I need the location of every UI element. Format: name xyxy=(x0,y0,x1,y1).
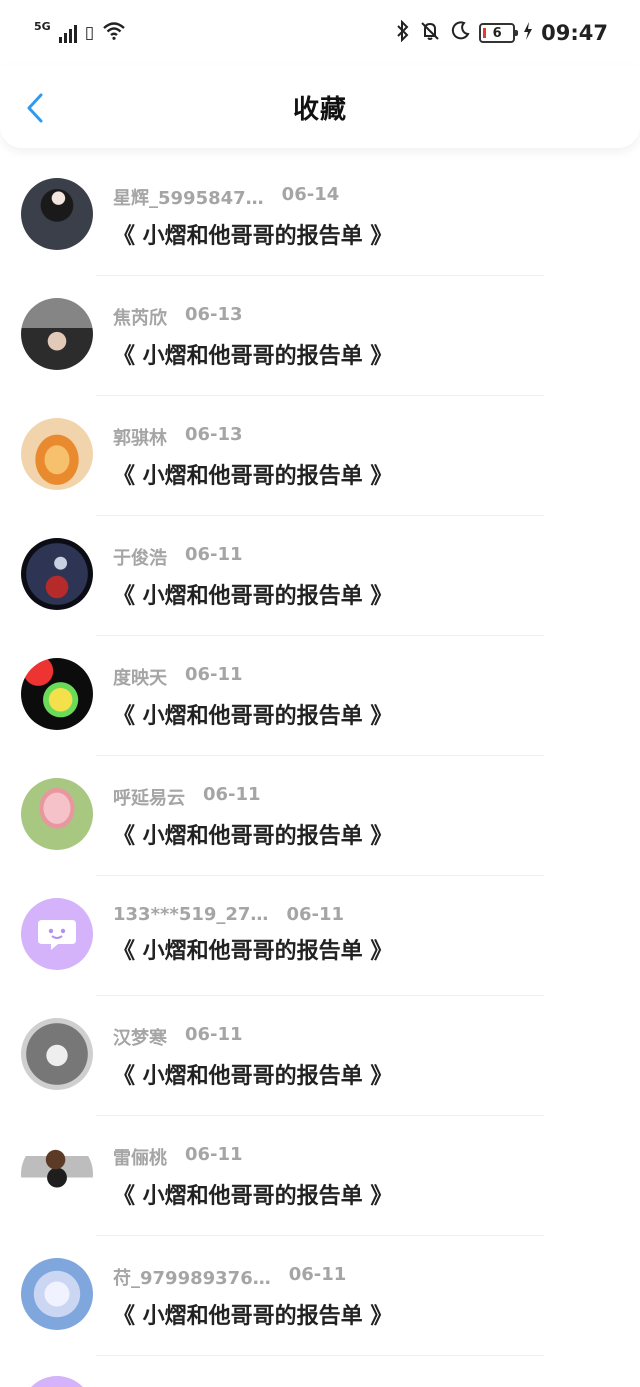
username[interactable]: 郭骐林 xyxy=(113,424,167,450)
date: 06-11 xyxy=(185,544,243,565)
username[interactable]: 133***519_27… xyxy=(113,904,268,925)
avatar[interactable] xyxy=(21,178,93,250)
item-meta: 呼延易云 06-11 xyxy=(113,784,620,810)
item-meta: 度映天 06-11 xyxy=(113,664,620,690)
list-item[interactable]: 星辉_5995847… 06-14 《 小熠和他哥哥的报告单 》 xyxy=(0,156,640,276)
item-meta: 郭骐林 06-13 xyxy=(113,424,620,450)
date: 06-11 xyxy=(288,1264,347,1285)
item-meta: 星辉_5995847… 06-14 xyxy=(113,184,620,210)
list-item[interactable]: 苻_979989376… 06-11 《 小熠和他哥哥的报告单 》 xyxy=(0,1236,640,1356)
username[interactable]: 焦芮欣 xyxy=(113,304,167,330)
list-item[interactable]: 于俊浩 06-11 《 小熠和他哥哥的报告单 》 xyxy=(0,516,640,636)
status-left: 5G ▯ xyxy=(34,19,126,46)
item-meta: 汉梦寒 06-11 xyxy=(113,1024,620,1050)
status-right: 6 09:47 xyxy=(395,19,608,46)
item-meta: 雷俪桃 06-11 xyxy=(113,1144,620,1170)
item-meta: 133***519_27… 06-11 xyxy=(113,904,620,925)
wifi-icon xyxy=(102,21,126,46)
item-title[interactable]: 《 小熠和他哥哥的报告单 》 xyxy=(113,1058,620,1090)
avatar[interactable] xyxy=(21,298,93,370)
date: 06-11 xyxy=(185,1144,243,1165)
username[interactable]: 度映天 xyxy=(113,664,167,690)
date: 06-11 xyxy=(185,1024,243,1045)
avatar[interactable] xyxy=(21,1376,93,1387)
username[interactable]: 星辉_5995847… xyxy=(113,184,264,210)
battery-level: 6 xyxy=(492,25,502,41)
sim-icon: ▯ xyxy=(84,23,95,43)
item-meta: 焦芮欣 06-13 xyxy=(113,304,620,330)
clock: 09:47 xyxy=(541,21,608,45)
username[interactable]: 汉梦寒 xyxy=(113,1024,167,1050)
item-meta: 苻_979989376… 06-11 xyxy=(113,1264,620,1290)
item-title[interactable]: 《 小熠和他哥哥的报告单 》 xyxy=(113,698,620,730)
list-item[interactable]: 呼延易云 06-11 《 小熠和他哥哥的报告单 》 xyxy=(0,756,640,876)
network-type: 5G xyxy=(34,19,51,33)
chat-bubble-icon xyxy=(38,920,76,950)
mute-icon xyxy=(419,20,441,46)
favorites-list: 星辉_5995847… 06-14 《 小熠和他哥哥的报告单 》 焦芮欣 06-… xyxy=(0,156,640,1356)
item-title[interactable]: 《 小熠和他哥哥的报告单 》 xyxy=(113,218,620,250)
list-item[interactable]: 郭骐林 06-13 《 小熠和他哥哥的报告单 》 xyxy=(0,396,640,516)
date: 06-14 xyxy=(281,184,340,205)
username[interactable]: 苻_979989376… xyxy=(113,1264,271,1290)
username[interactable]: 雷俪桃 xyxy=(113,1144,167,1170)
date: 06-13 xyxy=(185,304,243,325)
list-item[interactable]: 133***519_27… 06-11 《 小熠和他哥哥的报告单 》 xyxy=(0,876,640,996)
date: 06-11 xyxy=(203,784,261,805)
item-title[interactable]: 《 小熠和他哥哥的报告单 》 xyxy=(113,933,620,965)
battery-icon: 6 xyxy=(479,23,519,43)
item-title[interactable]: 《 小熠和他哥哥的报告单 》 xyxy=(113,578,620,610)
avatar[interactable] xyxy=(21,1258,93,1330)
date: 06-11 xyxy=(185,664,243,685)
item-title[interactable]: 《 小熠和他哥哥的报告单 》 xyxy=(113,338,620,370)
page-title: 收藏 xyxy=(292,94,347,125)
username[interactable]: 于俊浩 xyxy=(113,544,167,570)
chevron-left-icon xyxy=(27,93,43,123)
list-item[interactable]: 度映天 06-11 《 小熠和他哥哥的报告单 》 xyxy=(0,636,640,756)
bluetooth-icon xyxy=(395,19,411,46)
avatar[interactable] xyxy=(21,778,93,850)
avatar[interactable] xyxy=(21,658,93,730)
charging-icon xyxy=(523,21,533,45)
date: 06-11 xyxy=(286,904,345,925)
moon-icon xyxy=(449,20,471,46)
signal-icon xyxy=(58,23,77,43)
avatar[interactable] xyxy=(21,1138,93,1210)
status-bar: 5G ▯ 6 09:47 xyxy=(0,0,640,66)
avatar[interactable] xyxy=(21,418,93,490)
item-meta: 于俊浩 06-11 xyxy=(113,544,620,570)
item-title[interactable]: 《 小熠和他哥哥的报告单 》 xyxy=(113,1178,620,1210)
list-item[interactable]: 雷俪桃 06-11 《 小熠和他哥哥的报告单 》 xyxy=(0,1116,640,1236)
date: 06-13 xyxy=(185,424,243,445)
avatar[interactable] xyxy=(21,538,93,610)
back-button[interactable] xyxy=(22,90,48,126)
partial-list-item xyxy=(0,1356,640,1387)
app-header: 收藏 xyxy=(0,66,640,148)
avatar[interactable] xyxy=(21,898,93,970)
list-item[interactable]: 汉梦寒 06-11 《 小熠和他哥哥的报告单 》 xyxy=(0,996,640,1116)
item-title[interactable]: 《 小熠和他哥哥的报告单 》 xyxy=(113,458,620,490)
item-title[interactable]: 《 小熠和他哥哥的报告单 》 xyxy=(113,818,620,850)
list-item[interactable]: 焦芮欣 06-13 《 小熠和他哥哥的报告单 》 xyxy=(0,276,640,396)
avatar[interactable] xyxy=(21,1018,93,1090)
item-title[interactable]: 《 小熠和他哥哥的报告单 》 xyxy=(113,1298,620,1330)
username[interactable]: 呼延易云 xyxy=(113,784,185,810)
